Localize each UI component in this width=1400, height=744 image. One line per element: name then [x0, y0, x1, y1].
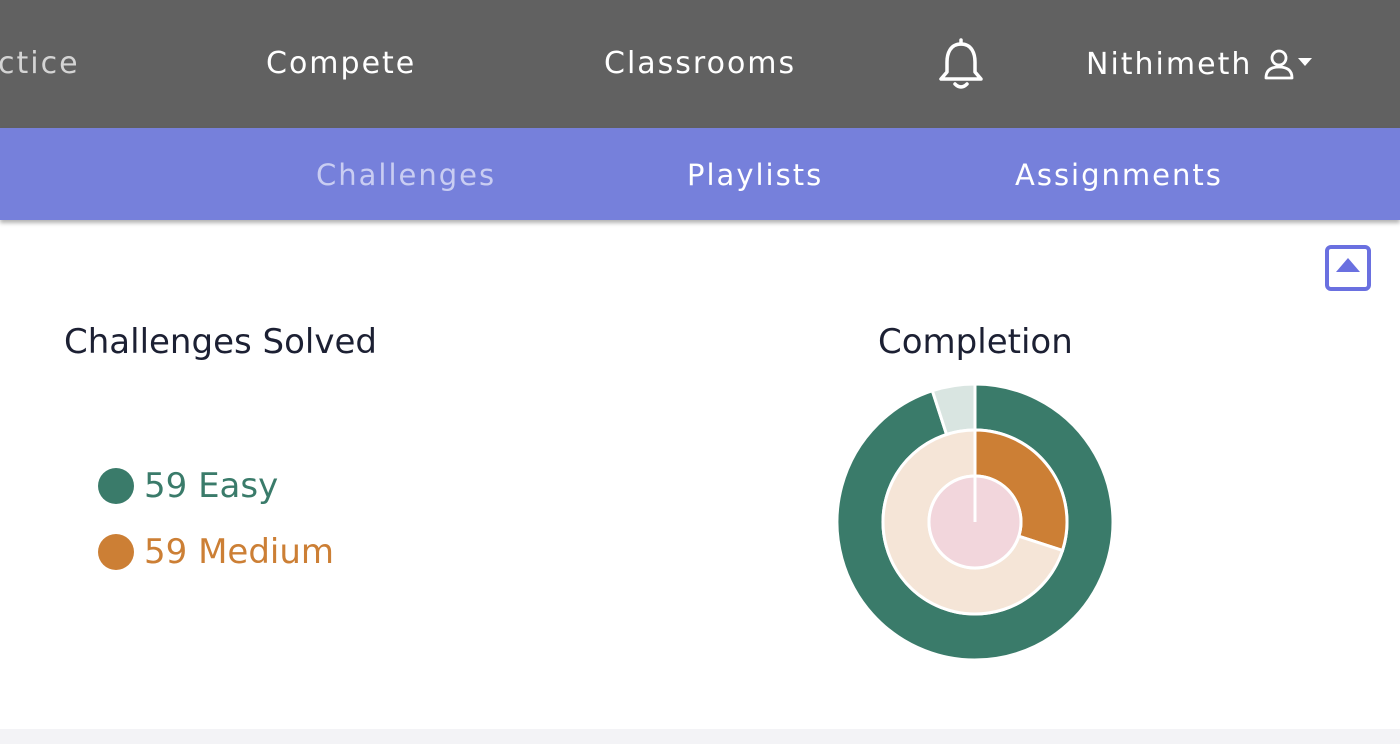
- legend-easy: 59 Easy: [98, 466, 278, 506]
- tab-challenges[interactable]: Challenges: [316, 128, 496, 220]
- medium-count-label: 59 Medium: [144, 532, 335, 572]
- user-menu[interactable]: Nithimeth: [1086, 0, 1313, 128]
- challenges-solved-title: Challenges Solved: [64, 322, 377, 362]
- notification-bell-icon[interactable]: [936, 38, 986, 90]
- caret-up-icon: [1336, 258, 1360, 272]
- completion-title: Completion: [878, 322, 1073, 362]
- chevron-down-icon: [1298, 58, 1313, 66]
- nav-classrooms[interactable]: Classrooms: [604, 0, 796, 128]
- tab-assignments[interactable]: Assignments: [1015, 128, 1223, 220]
- top-navigation-bar: ctice Compete Classrooms Nithimeth: [0, 0, 1400, 128]
- sub-navigation-bar: Challenges Playlists Assignments: [0, 128, 1400, 220]
- nav-compete[interactable]: Compete: [266, 0, 416, 128]
- user-profile-icon: [1264, 49, 1294, 80]
- collapse-section-button[interactable]: [1325, 245, 1371, 291]
- medium-dot-icon: [98, 534, 134, 570]
- legend-medium: 59 Medium: [98, 532, 334, 572]
- easy-dot-icon: [98, 468, 134, 504]
- easy-count-label: 59 Easy: [144, 466, 279, 506]
- nav-practice[interactable]: ctice: [0, 0, 80, 128]
- tab-playlists[interactable]: Playlists: [687, 128, 823, 220]
- footer-strip: [0, 729, 1400, 744]
- user-name: Nithimeth: [1086, 46, 1253, 82]
- completion-donut-chart: [836, 383, 1114, 661]
